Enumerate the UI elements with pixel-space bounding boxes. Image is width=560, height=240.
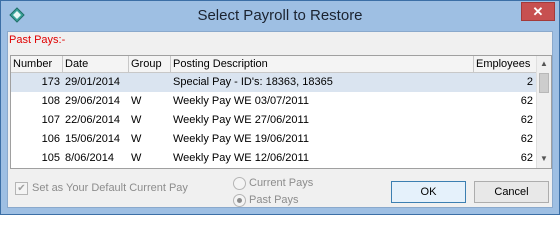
current-pays-radio: [233, 177, 246, 190]
row-description: Weekly Pay WE 19/06/2011: [173, 133, 309, 145]
dialog-title: Select Payroll to Restore: [197, 7, 363, 24]
vertical-scrollbar[interactable]: ▲ ▼: [536, 56, 551, 168]
row-employees: 62: [520, 114, 533, 126]
row-description: Weekly Pay WE 12/06/2011: [173, 152, 309, 164]
row-description: Special Pay - ID's: 18363, 18365: [173, 76, 333, 88]
grid-header: Number Date Group Posting Description Em…: [11, 56, 536, 73]
row-description: Weekly Pay WE 03/07/2011: [173, 95, 309, 107]
column-header-description[interactable]: Posting Description: [171, 56, 474, 72]
row-employees: 62: [520, 95, 533, 107]
cancel-button[interactable]: Cancel: [474, 181, 549, 203]
row-date: 8/06/2014: [65, 152, 114, 164]
table-row[interactable]: 173 29/01/2014 Special Pay - ID's: 18363…: [11, 73, 536, 92]
payroll-grid[interactable]: Number Date Group Posting Description Em…: [10, 55, 552, 169]
dialog-body: Past Pays:- Number Date Group Posting De…: [7, 31, 553, 208]
row-group: W: [131, 152, 142, 164]
row-group: W: [131, 133, 142, 145]
row-group: [129, 73, 171, 92]
title-bar: Select Payroll to Restore ✕: [1, 1, 559, 31]
past-pays-label: Past Pays:-: [9, 34, 66, 46]
row-employees: 62: [520, 133, 533, 145]
table-row[interactable]: 106 15/06/2014 W Weekly Pay WE 19/06/201…: [11, 130, 536, 149]
close-button[interactable]: ✕: [521, 2, 555, 21]
table-row[interactable]: 108 29/06/2014 W Weekly Pay WE 03/07/201…: [11, 92, 536, 111]
table-row[interactable]: 105 8/06/2014 W Weekly Pay WE 12/06/2011…: [11, 149, 536, 168]
row-date: 22/06/2014: [65, 114, 121, 126]
ok-button[interactable]: OK: [391, 181, 466, 203]
past-pays-radio-label: Past Pays: [249, 194, 299, 206]
row-employees: 62: [520, 152, 533, 164]
past-pays-radio: [233, 194, 246, 207]
row-group: W: [131, 95, 142, 107]
row-number: 173: [41, 76, 60, 88]
scroll-thumb[interactable]: [539, 73, 549, 93]
column-header-number[interactable]: Number: [11, 56, 63, 72]
scroll-down-arrow-icon[interactable]: ▼: [537, 151, 551, 167]
restore-payroll-dialog: Select Payroll to Restore ✕ Past Pays:- …: [0, 0, 560, 215]
row-date: 29/01/2014: [65, 76, 121, 88]
row-number: 106: [41, 133, 60, 145]
row-date: 15/06/2014: [65, 133, 121, 145]
table-row[interactable]: 107 22/06/2014 W Weekly Pay WE 27/06/201…: [11, 111, 536, 130]
default-pay-checkbox-label: Set as Your Default Current Pay: [32, 182, 188, 194]
column-header-group[interactable]: Group: [129, 56, 171, 72]
row-number: 107: [41, 114, 60, 126]
scroll-up-arrow-icon[interactable]: ▲: [537, 56, 551, 72]
radio-selected-dot: [237, 198, 242, 203]
row-group: W: [131, 114, 142, 126]
current-pays-label: Current Pays: [249, 177, 314, 189]
row-employees: 2: [526, 76, 533, 88]
default-pay-checkbox: ✔: [15, 182, 28, 195]
column-header-employees[interactable]: Employees: [474, 56, 536, 72]
column-header-date[interactable]: Date: [63, 56, 129, 72]
row-date: 29/06/2014: [65, 95, 121, 107]
row-number: 105: [41, 152, 60, 164]
row-description: Weekly Pay WE 27/06/2011: [173, 114, 309, 126]
row-number: 108: [41, 95, 60, 107]
